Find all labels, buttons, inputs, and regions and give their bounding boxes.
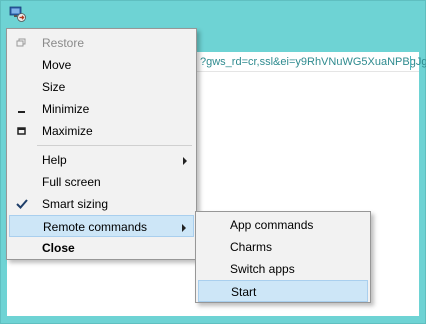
menu-item-label: Remote commands [43, 220, 148, 234]
menu-item-app-commands[interactable]: App commands [198, 214, 368, 236]
submenu-arrow-icon [182, 224, 186, 232]
menu-item-maximize[interactable]: Maximize [9, 120, 194, 142]
restore-icon [16, 38, 26, 47]
menu-item-label: Minimize [42, 102, 90, 116]
minimize-icon [18, 111, 25, 113]
menu-item-restore[interactable]: Restore [9, 32, 194, 54]
menu-item-smart-sizing[interactable]: Smart sizing [9, 193, 194, 215]
menu-item-label: Smart sizing [42, 197, 109, 211]
menu-item-label: Switch apps [230, 262, 295, 276]
menu-item-label: App commands [230, 218, 314, 232]
checkmark-icon [16, 199, 28, 209]
maximize-icon [17, 127, 26, 135]
address-bar-edge [410, 56, 411, 70]
menu-item-charms[interactable]: Charms [198, 236, 368, 258]
menu-item-help[interactable]: Help [9, 149, 194, 171]
menu-item-close[interactable]: Close [9, 237, 194, 259]
menu-item-switch-apps[interactable]: Switch apps [198, 258, 368, 280]
menu-item-move[interactable]: Move [9, 54, 194, 76]
menu-separator [37, 145, 192, 146]
menu-item-label: Help [42, 153, 67, 167]
menu-item-full-screen[interactable]: Full screen [9, 171, 194, 193]
menu-item-label: Size [42, 80, 66, 94]
menu-item-label: Maximize [42, 124, 93, 138]
menu-item-label: Start [231, 285, 257, 299]
menu-item-label: Charms [230, 240, 273, 254]
menu-item-start[interactable]: Start [198, 280, 368, 302]
menu-item-label: Close [42, 241, 75, 255]
remote-commands-submenu: App commands Charms Switch apps Start [195, 211, 371, 303]
remote-desktop-icon[interactable] [9, 5, 27, 23]
menu-item-label: Full screen [42, 175, 101, 189]
submenu-arrow-icon [183, 157, 187, 165]
system-menu: Restore Move Size Minimize Maximize Help… [6, 28, 197, 260]
menu-item-remote-commands[interactable]: Remote commands [9, 215, 194, 237]
address-url-text: ?gws_rd=cr,ssl&ei=y9RhVNuWG5XuaNPBgJgC [200, 56, 426, 68]
menu-item-minimize[interactable]: Minimize [9, 98, 194, 120]
menu-item-label: Restore [42, 36, 85, 50]
menu-item-label: Move [42, 58, 72, 72]
menu-item-size[interactable]: Size [9, 76, 194, 98]
